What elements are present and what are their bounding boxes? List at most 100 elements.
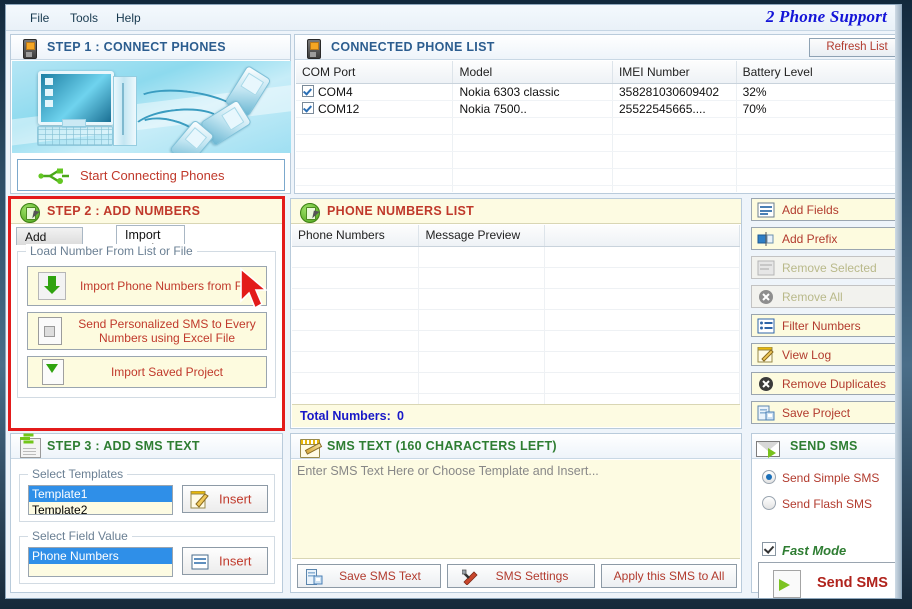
step1-header: STEP 1 : CONNECT PHONES — [11, 35, 290, 60]
cell-imei: 25522545665.... — [613, 101, 737, 117]
column-phone-numbers[interactable]: Phone Numbers — [292, 225, 420, 246]
load-numbers-groupbox: Load Number From List or File Import Pho… — [17, 244, 276, 398]
list-item[interactable] — [292, 331, 740, 352]
cell-com-text: COM12 — [318, 102, 360, 116]
select-templates-groupbox: Select Templates Template1 Template2 Ins… — [19, 467, 275, 522]
column-com-port[interactable]: COM Port — [296, 61, 454, 83]
list-item[interactable] — [292, 268, 740, 289]
radio-dot[interactable] — [762, 496, 776, 510]
send-personalized-sms-label: Send Personalized SMS to Every Numbers u… — [78, 317, 256, 345]
add-document-icon — [19, 437, 41, 458]
step3-header: STEP 3 : ADD SMS TEXT — [11, 434, 282, 459]
list-item[interactable] — [292, 394, 740, 404]
template-option-2[interactable]: Template2 — [29, 502, 172, 514]
add-fields-icon — [757, 202, 775, 218]
insert-template-icon — [190, 491, 209, 509]
application-window: File Tools Help 2 Phone Support STEP 1 :… — [0, 0, 912, 609]
remove-all-button[interactable]: Remove All — [751, 285, 901, 308]
step2-title: STEP 2 : ADD NUMBERS — [47, 204, 201, 218]
remove-duplicates-button[interactable]: Remove Duplicates — [751, 372, 901, 395]
insert-field-button[interactable]: Insert — [182, 547, 268, 575]
filter-numbers-button[interactable]: Filter Numbers — [751, 314, 901, 337]
cell-model: Nokia 6303 classic — [453, 84, 613, 100]
fast-mode-label: Fast Mode — [782, 543, 847, 558]
insert-template-button[interactable]: Insert — [182, 485, 268, 513]
add-prefix-button[interactable]: Add Prefix — [751, 227, 901, 250]
connected-phone-list-title: CONNECTED PHONE LIST — [331, 40, 495, 54]
column-model[interactable]: Model — [453, 61, 613, 83]
send-simple-sms-radio[interactable]: Send Simple SMS — [762, 470, 879, 485]
phone-numbers-list-title: PHONE NUMBERS LIST — [327, 204, 475, 218]
send-personalized-sms-excel-button[interactable]: Send Personalized SMS to Every Numbers u… — [27, 312, 267, 350]
remove-duplicates-icon — [759, 377, 773, 391]
sms-settings-label: SMS Settings — [495, 569, 569, 583]
send-flash-sms-radio[interactable]: Send Flash SMS — [762, 496, 872, 511]
column-imei[interactable]: IMEI Number — [613, 61, 737, 83]
remove-duplicates-label: Remove Duplicates — [782, 377, 887, 391]
import-phone-numbers-label: Import Phone Numbers from File — [79, 279, 255, 293]
phone-icon — [19, 38, 39, 59]
sms-text-input[interactable]: Enter SMS Text Here or Choose Template a… — [292, 460, 740, 559]
fast-mode-checkbox-box[interactable] — [762, 542, 776, 556]
start-connecting-phones-label: Start Connecting Phones — [80, 168, 225, 183]
row-checkbox[interactable] — [302, 102, 314, 114]
list-item[interactable] — [292, 310, 740, 331]
filter-numbers-icon — [757, 318, 775, 334]
menu-tools[interactable]: Tools — [64, 10, 104, 26]
sms-text-title: SMS TEXT (160 CHARACTERS LEFT) — [327, 439, 557, 453]
table-row[interactable]: COM12 Nokia 7500.. 25522545665.... 70% — [296, 101, 901, 118]
field-option-1[interactable]: Phone Numbers — [29, 548, 172, 564]
number-tools-panel: Add Fields Add Prefix Remove Selected Re… — [751, 198, 901, 429]
save-sms-text-button[interactable]: Save SMS Text — [297, 564, 441, 588]
send-sms-button-label: Send SMS — [817, 575, 888, 591]
tab-import-numbers[interactable]: Import Numbers — [116, 225, 185, 256]
fast-mode-checkbox[interactable]: Fast Mode — [762, 542, 846, 558]
green-phone-icon — [19, 202, 40, 223]
start-connecting-phones-button[interactable]: Start Connecting Phones — [17, 159, 285, 191]
field-value-listbox[interactable]: Phone Numbers — [28, 547, 173, 577]
tab-add-numbers[interactable]: Add Numbers — [16, 227, 83, 258]
view-log-button[interactable]: View Log — [751, 343, 901, 366]
load-numbers-group-label: Load Number From List or File — [26, 244, 197, 258]
apply-sms-to-all-label: Apply this SMS to All — [613, 569, 725, 583]
list-item[interactable] — [292, 247, 740, 268]
save-project-button[interactable]: Save Project — [751, 401, 901, 424]
cell-com-port[interactable]: COM12 — [296, 101, 454, 117]
menu-help[interactable]: Help — [110, 10, 147, 26]
import-phone-numbers-from-file-button[interactable]: Import Phone Numbers from File — [27, 266, 267, 306]
step1-title: STEP 1 : CONNECT PHONES — [47, 40, 226, 54]
table-row[interactable]: COM4 Nokia 6303 classic 358281030609402 … — [296, 84, 901, 101]
menu-file[interactable]: File — [24, 10, 55, 26]
step1-panel: STEP 1 : CONNECT PHONES Start Connecting… — [10, 34, 291, 194]
insert-template-label: Insert — [219, 491, 252, 507]
connected-phone-table: COM Port Model IMEI Number Battery Level… — [296, 61, 901, 192]
add-fields-button[interactable]: Add Fields — [751, 198, 901, 221]
templates-listbox[interactable]: Template1 Template2 — [28, 485, 173, 515]
column-message-preview[interactable]: Message Preview — [419, 225, 545, 246]
table-row-empty — [296, 152, 901, 169]
template-option-1[interactable]: Template1 — [29, 486, 172, 502]
list-item[interactable] — [292, 352, 740, 373]
radio-dot[interactable] — [762, 470, 776, 484]
sms-settings-button[interactable]: SMS Settings — [447, 564, 595, 588]
send-sms-button[interactable]: Send SMS — [758, 562, 901, 598]
phone-numbers-table: Phone Numbers Message Preview — [292, 225, 740, 404]
select-field-value-label: Select Field Value — [28, 529, 132, 543]
filter-numbers-label: Filter Numbers — [782, 319, 861, 333]
column-battery[interactable]: Battery Level — [737, 61, 901, 83]
list-item[interactable] — [292, 289, 740, 310]
total-numbers-label: Total Numbers: — [300, 409, 391, 423]
refresh-list-button[interactable]: Refresh List — [809, 38, 901, 57]
notepad-pencil-icon — [299, 437, 320, 458]
field-option-empty[interactable] — [29, 564, 172, 576]
import-saved-project-button[interactable]: Import Saved Project — [27, 356, 267, 388]
cell-com-text: COM4 — [318, 85, 353, 99]
column-extra[interactable] — [545, 225, 740, 246]
cell-com-port[interactable]: COM4 — [296, 84, 454, 100]
remove-selected-button[interactable]: Remove Selected — [751, 256, 901, 279]
list-item[interactable] — [292, 373, 740, 394]
apply-sms-to-all-button[interactable]: Apply this SMS to All — [601, 564, 737, 588]
download-icon — [38, 272, 66, 300]
insert-field-icon — [191, 554, 209, 570]
row-checkbox[interactable] — [302, 85, 314, 97]
